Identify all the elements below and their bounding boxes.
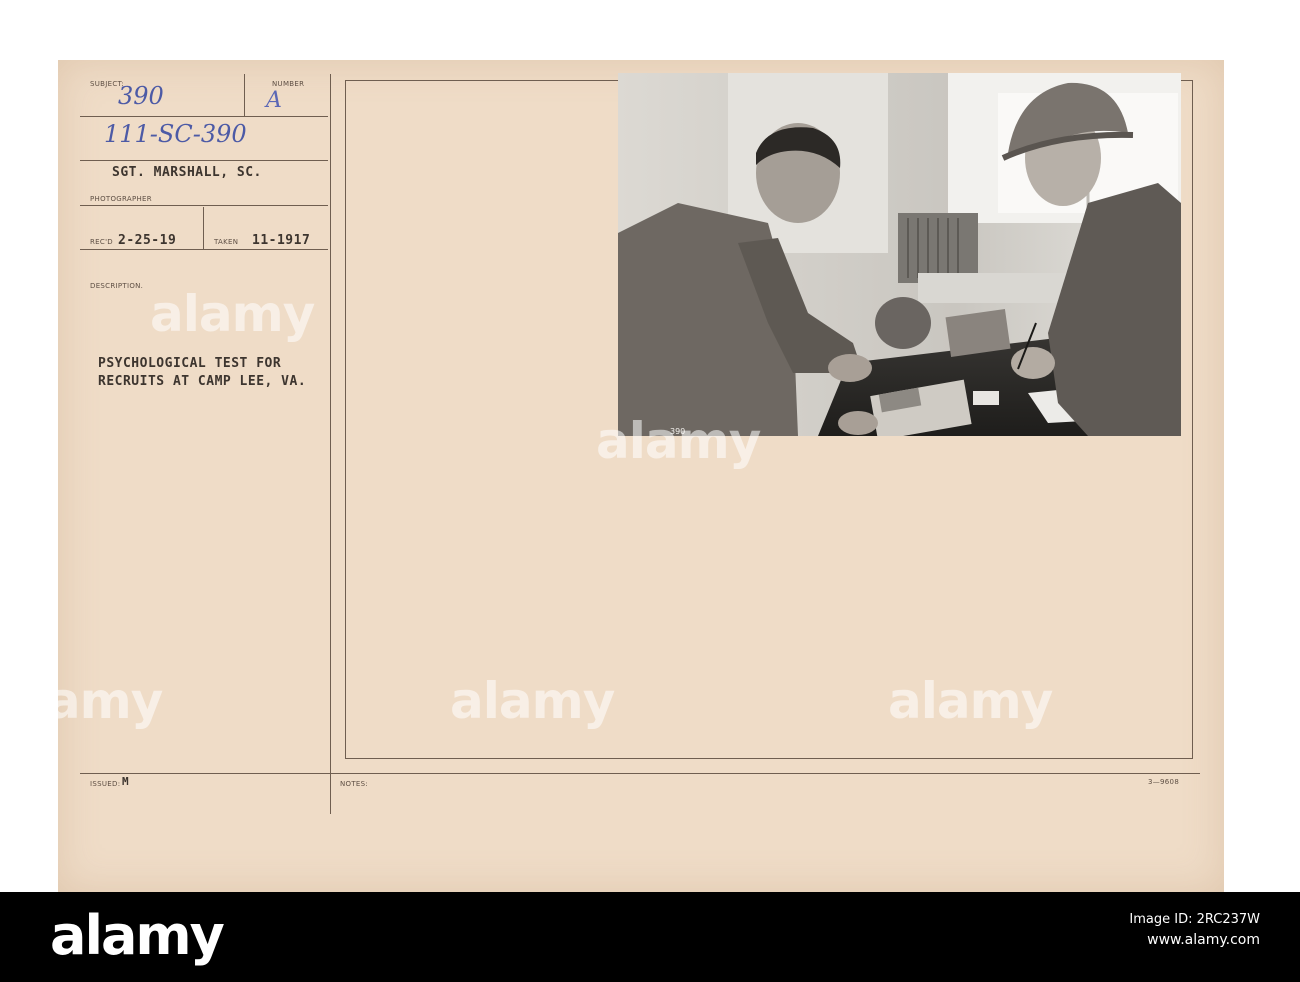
catalog-number: 111-SC-390 xyxy=(104,120,247,148)
number-label: NUMBER xyxy=(272,80,305,88)
subject-value: 390 xyxy=(118,82,164,110)
divider-line xyxy=(203,207,204,249)
site-url: www.alamy.com xyxy=(1147,932,1260,948)
photograph-scene xyxy=(618,73,1181,436)
taken-label: TAKEN xyxy=(214,238,239,246)
divider-line xyxy=(80,160,328,161)
issued-label: ISSUED: xyxy=(90,780,121,788)
divider-line xyxy=(80,249,328,250)
watermark: alamy xyxy=(888,672,1053,730)
number-value: A xyxy=(266,88,282,113)
stock-footer: alamy Image ID: 2RC237W www.alamy.com xyxy=(0,892,1300,982)
watermark: alamy xyxy=(0,672,163,730)
form-number: 3—9608 xyxy=(1148,778,1180,786)
watermark: alamy xyxy=(450,672,615,730)
divider-line xyxy=(244,74,245,116)
photographer-name: SGT. MARSHALL, SC. xyxy=(112,165,262,180)
photo-frame xyxy=(345,758,1193,759)
divider-line xyxy=(330,74,331,814)
image-id: Image ID: 2RC237W xyxy=(1129,912,1260,927)
photographer-label: PHOTOGRAPHER xyxy=(90,195,152,203)
photograph: 390 xyxy=(618,73,1181,436)
photo-frame xyxy=(1192,80,1193,759)
watermark: alamy xyxy=(150,285,315,343)
description-line-2: RECRUITS AT CAMP LEE, VA. xyxy=(98,374,307,389)
divider-line xyxy=(80,773,1200,774)
received-label: REC'D xyxy=(90,238,113,246)
alamy-logo: alamy xyxy=(50,904,225,967)
notes-label: NOTES: xyxy=(340,780,369,788)
divider-line xyxy=(80,116,328,117)
issued-value: M xyxy=(122,775,130,788)
taken-date: 11-1917 xyxy=(252,233,311,248)
watermark: alamy xyxy=(596,412,761,470)
photo-frame xyxy=(345,80,346,759)
received-date: 2-25-19 xyxy=(118,233,177,248)
divider-line xyxy=(80,205,328,206)
image-info: Image ID: 2RC237W www.alamy.com xyxy=(1129,910,1260,950)
description-line-1: PSYCHOLOGICAL TEST FOR xyxy=(98,356,282,371)
description-label: DESCRIPTION. xyxy=(90,282,144,290)
